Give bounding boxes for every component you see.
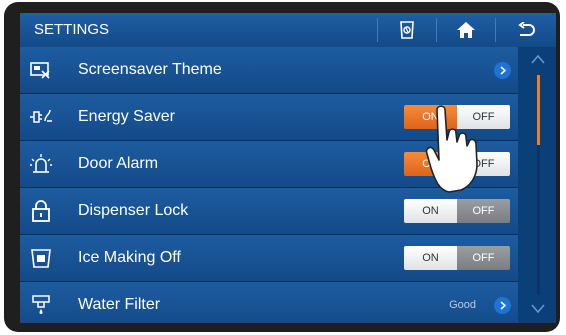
back-icon	[518, 22, 535, 36]
header-bar: SETTINGS	[20, 13, 556, 47]
open-water-filter-button[interactable]	[494, 297, 511, 314]
screensaver-icon	[30, 62, 50, 79]
chevron-right-icon	[499, 301, 506, 310]
refrigerator-settings-icon	[400, 21, 414, 39]
dispenser-lock-row: Dispenser Lock ON OFF	[20, 188, 518, 235]
screensaver-theme-row[interactable]: Screensaver Theme	[20, 47, 518, 94]
lock-icon	[32, 200, 50, 222]
ice-making-off-toggle[interactable]: ON OFF	[404, 246, 510, 270]
refrigerator-settings-button[interactable]	[378, 13, 436, 47]
ice-making-off-row: Ice Making Off ON OFF	[20, 235, 518, 282]
water-filter-icon	[32, 295, 50, 314]
alarm-icon	[30, 154, 52, 173]
row-label: Screensaver Theme	[78, 61, 222, 78]
dispenser-lock-toggle[interactable]: ON OFF	[404, 199, 510, 223]
scroll-up-icon[interactable]	[530, 53, 546, 65]
toggle-off-option[interactable]: OFF	[457, 246, 510, 270]
ice-off-icon	[31, 249, 51, 268]
scroll-thumb[interactable]	[537, 75, 540, 145]
toggle-on-option[interactable]: ON	[404, 246, 457, 270]
row-label: Water Filter	[78, 296, 161, 313]
scroll-down-icon[interactable]	[530, 303, 546, 315]
row-label: Door Alarm	[78, 155, 159, 172]
water-filter-row[interactable]: Water Filter Good	[20, 282, 518, 323]
chevron-right-icon	[499, 66, 506, 75]
home-icon	[457, 22, 475, 38]
energy-saver-icon	[30, 109, 52, 123]
scrollbar[interactable]	[524, 51, 552, 319]
page-title: SETTINGS	[34, 21, 110, 38]
home-button[interactable]	[437, 13, 495, 47]
row-label: Ice Making Off	[78, 249, 181, 266]
open-screensaver-button[interactable]	[494, 62, 511, 79]
filter-status: Good	[449, 299, 476, 311]
toggle-on-option[interactable]: ON	[404, 199, 457, 223]
toggle-off-option[interactable]: OFF	[457, 199, 510, 223]
back-button[interactable]	[496, 13, 556, 47]
pointing-hand-icon	[425, 105, 478, 193]
row-label: Energy Saver	[78, 108, 175, 125]
row-label: Dispenser Lock	[78, 202, 189, 219]
